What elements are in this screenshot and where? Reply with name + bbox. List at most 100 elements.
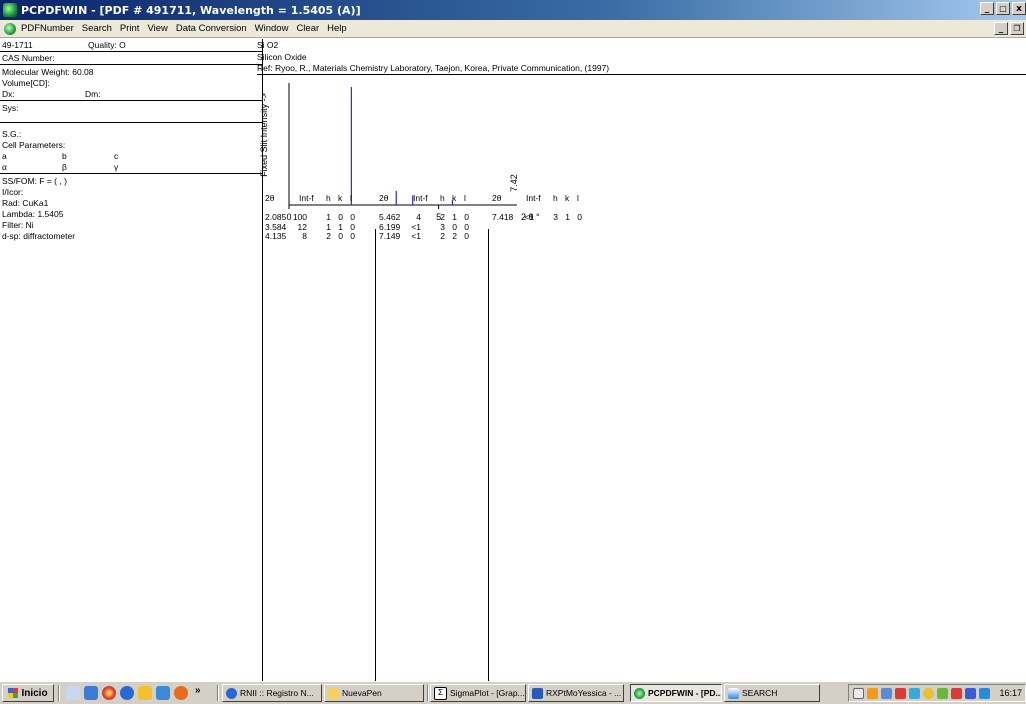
window-controls: _ □ x bbox=[978, 2, 1026, 15]
divider bbox=[257, 74, 1026, 75]
taskbar-button-search[interactable]: SEARCH bbox=[724, 684, 820, 702]
tray-app-icon[interactable] bbox=[867, 688, 878, 699]
search-app-icon bbox=[728, 687, 739, 699]
table-header-two_theta: 2θ bbox=[379, 193, 389, 203]
network-icon[interactable] bbox=[881, 688, 892, 699]
table-header-h: h bbox=[326, 193, 331, 203]
taskbar-button-rnii[interactable]: RNII :: Registro N... bbox=[222, 684, 322, 702]
dm: Dm: bbox=[85, 89, 101, 99]
menu-search[interactable]: Search bbox=[82, 23, 112, 34]
reference: Ref: Ryoo, R., Materials Chemistry Labor… bbox=[257, 63, 610, 73]
table-cell-tt: 4.135 bbox=[265, 231, 287, 241]
table-cell-tt: 7.418 bbox=[492, 212, 514, 222]
table-cell-tt: 2.085 bbox=[265, 212, 287, 222]
app-icon[interactable] bbox=[3, 3, 17, 17]
radiation: Rad: CuKa1 bbox=[2, 198, 49, 208]
quicklaunch-icon[interactable] bbox=[84, 686, 98, 700]
i-icor: I/Icor: bbox=[2, 187, 24, 197]
table-header-int: Int-f bbox=[299, 193, 314, 203]
pcpdfwin-icon bbox=[634, 687, 645, 699]
molecular-weight: Molecular Weight: 60.08 bbox=[2, 67, 94, 77]
table-cell-int: <1 bbox=[411, 231, 421, 241]
taskbar-button-label: SEARCH bbox=[742, 688, 778, 698]
printer-icon[interactable] bbox=[853, 688, 864, 699]
close-button[interactable]: x bbox=[1012, 2, 1026, 15]
taskbar-button-nuevapen[interactable]: NuevaPen bbox=[324, 684, 424, 702]
taskbar-button-rxptmoyessica[interactable]: RXPtMoYessica - ... bbox=[528, 684, 624, 702]
cell-parameters: Cell Parameters: bbox=[2, 140, 66, 150]
document-icon[interactable] bbox=[4, 22, 16, 35]
tray-app-icon[interactable] bbox=[965, 688, 976, 699]
quicklaunch-chevron-icon[interactable]: » bbox=[195, 685, 201, 696]
menu-print[interactable]: Print bbox=[120, 23, 140, 34]
table-header-l: l bbox=[350, 193, 352, 203]
quicklaunch-icon[interactable] bbox=[156, 686, 170, 700]
doc-restore-button[interactable]: ❐ bbox=[1010, 22, 1024, 35]
d-spacing-method: d-sp: diffractometer bbox=[2, 231, 76, 241]
start-button[interactable]: Inicio bbox=[2, 684, 54, 702]
tray-app-icon[interactable] bbox=[979, 688, 990, 699]
table-cell-tt: 3.584 bbox=[265, 221, 287, 232]
menu-data-conversion[interactable]: Data Conversion bbox=[176, 23, 247, 34]
quicklaunch-icon[interactable] bbox=[138, 686, 152, 700]
diffraction-chart: 052 θ °7.42Fixed Slit Intensity -> bbox=[259, 83, 540, 222]
menu-bar: PDFNumber Search Print View Data Convers… bbox=[0, 20, 1026, 38]
space-group: S.G.: bbox=[2, 129, 22, 139]
sigma-icon: Σ bbox=[434, 686, 447, 700]
quicklaunch-icon[interactable] bbox=[66, 686, 80, 700]
minimize-button[interactable]: _ bbox=[980, 2, 994, 15]
cas-number: CAS Number: bbox=[2, 53, 55, 63]
window-title: PCPDFWIN - [PDF # 491711, Wavelength = 1… bbox=[21, 3, 361, 17]
table-cell-tt: 7.149 bbox=[379, 231, 401, 241]
y-axis-label: Fixed Slit Intensity -> bbox=[259, 93, 269, 177]
table-cell-int: <1 bbox=[524, 212, 534, 222]
taskbar-button-sigmaplot[interactable]: Σ SigmaPlot - [Grap... bbox=[430, 684, 526, 702]
table-header-k: k bbox=[452, 193, 457, 203]
table-cell-tt: 5.462 bbox=[379, 212, 401, 222]
ie-icon[interactable] bbox=[120, 686, 134, 700]
table-cell-int: 4 bbox=[416, 212, 421, 222]
divider bbox=[0, 64, 262, 65]
table-cell-int: 8 bbox=[302, 231, 307, 241]
menu-view[interactable]: View bbox=[147, 23, 167, 34]
taskbar: Inicio » RNII :: Registro N... NuevaPen … bbox=[0, 681, 1026, 704]
taskbar-button-label: PCPDFWIN - [PD... bbox=[648, 688, 722, 698]
folder-icon bbox=[328, 687, 339, 699]
table-header-l: l bbox=[577, 193, 579, 203]
maximize-button[interactable]: □ bbox=[996, 2, 1010, 15]
table-cell-l: 0 bbox=[350, 231, 355, 241]
table-header-h: h bbox=[440, 193, 445, 203]
firefox-icon[interactable] bbox=[174, 686, 188, 700]
divider bbox=[0, 173, 262, 174]
taskbar-button-pcpdfwin[interactable]: PCPDFWIN - [PD... bbox=[630, 684, 722, 702]
table-header-k: k bbox=[565, 193, 570, 203]
tray-app-icon[interactable] bbox=[895, 688, 906, 699]
table-header-int: Int-f bbox=[526, 193, 541, 203]
dx: Dx: bbox=[2, 89, 15, 99]
table-cell-l: 0 bbox=[464, 221, 469, 232]
shield-icon[interactable] bbox=[923, 688, 934, 699]
table-cell-tt: 6.199 bbox=[379, 221, 401, 232]
menu-window[interactable]: Window bbox=[255, 23, 289, 34]
table-cell-l: 0 bbox=[577, 212, 582, 222]
doc-minimize-button[interactable]: _ bbox=[994, 22, 1008, 35]
table-cell-int: 100 bbox=[292, 212, 307, 222]
table-header-int: Int-f bbox=[413, 193, 428, 203]
column-divider bbox=[375, 229, 376, 681]
tray-app-icon[interactable] bbox=[937, 688, 948, 699]
antivirus-icon[interactable] bbox=[951, 688, 962, 699]
volume: Volume[CD]: bbox=[2, 78, 50, 88]
chrome-icon[interactable] bbox=[102, 686, 116, 700]
menu-clear[interactable]: Clear bbox=[296, 23, 319, 34]
divider bbox=[0, 122, 262, 123]
menu-help[interactable]: Help bbox=[327, 23, 347, 34]
tray-app-icon[interactable] bbox=[909, 688, 920, 699]
pattern-area: Si O2 Silicon Oxide Ref: Ryoo, R., Mater… bbox=[257, 39, 1026, 681]
x-end-label: 7.42 bbox=[509, 174, 519, 192]
browser-icon bbox=[226, 687, 237, 699]
table-header-l: l bbox=[464, 193, 466, 203]
menu-pdfnumber[interactable]: PDFNumber bbox=[21, 23, 74, 34]
separator bbox=[58, 685, 60, 701]
table-cell-int: <1 bbox=[411, 221, 421, 232]
quality-label: Quality: O bbox=[88, 40, 126, 50]
